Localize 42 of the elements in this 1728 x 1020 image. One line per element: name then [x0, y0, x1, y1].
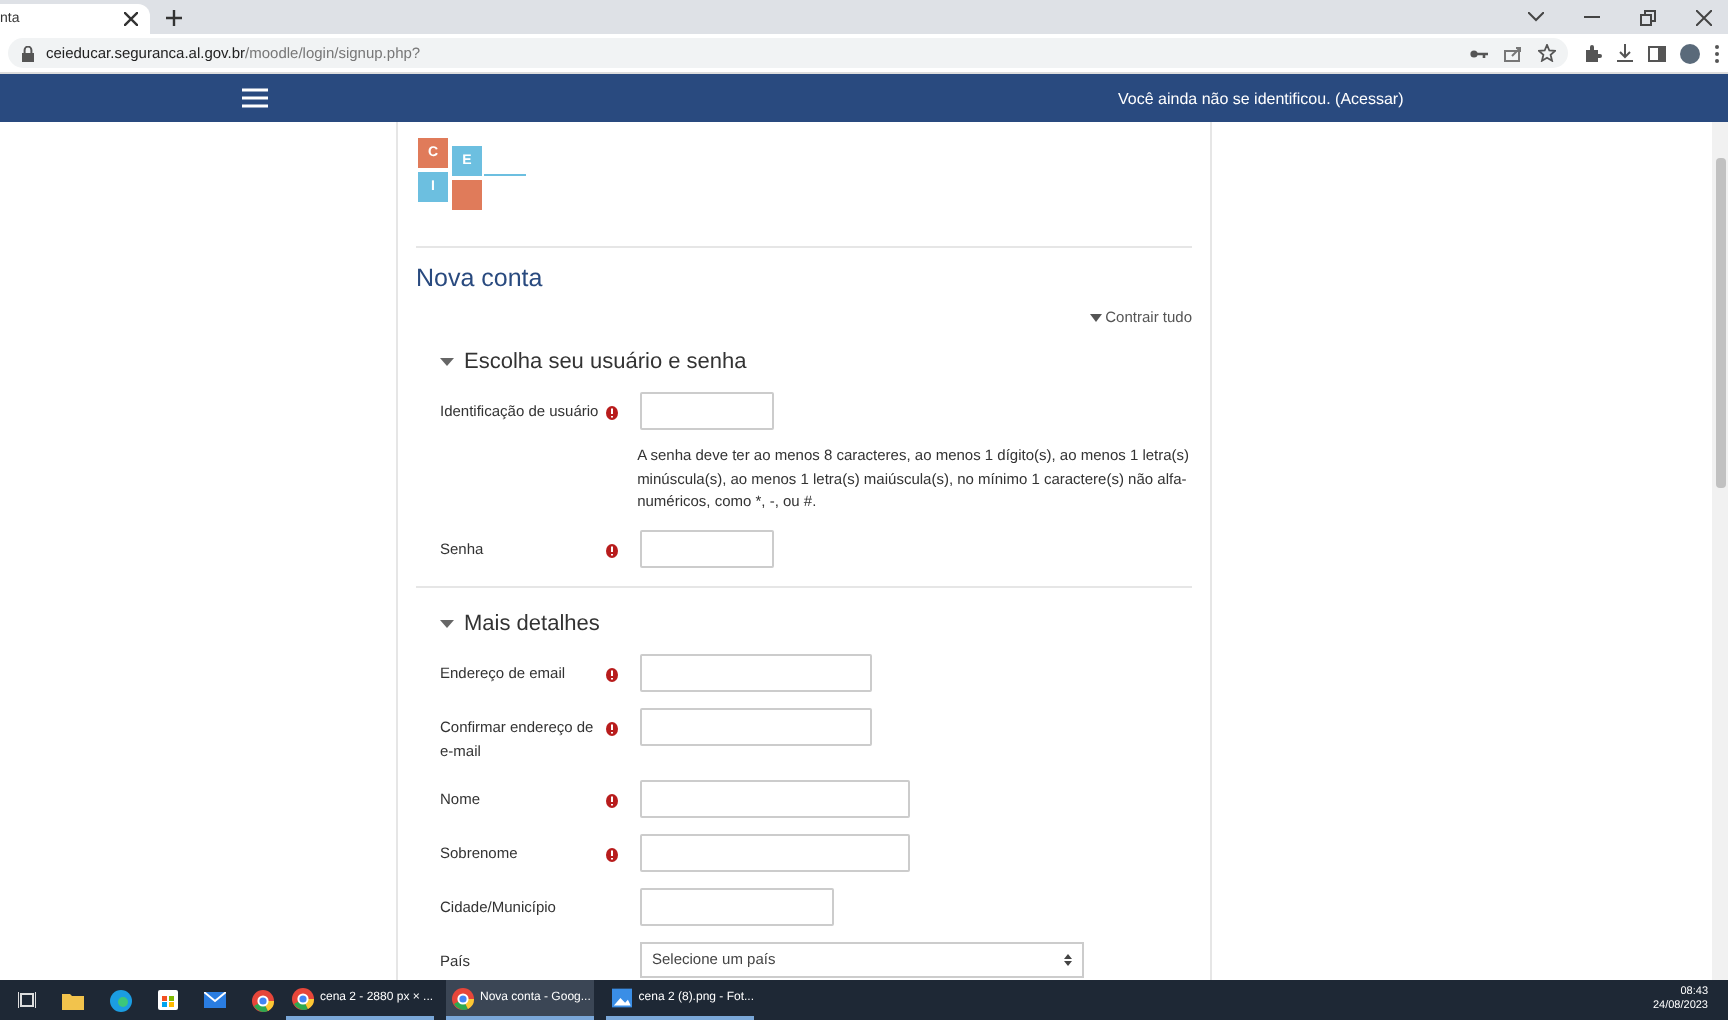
caret-icon [440, 619, 454, 627]
side-panel-icon[interactable] [1648, 45, 1666, 61]
task-view-icon[interactable] [18, 992, 36, 1008]
more-icon[interactable] [1714, 43, 1720, 63]
new-tab-icon[interactable] [166, 10, 182, 26]
section-header[interactable]: Escolha seu usuário e senha [440, 350, 1192, 374]
avatar[interactable] [1680, 43, 1700, 63]
input-field[interactable] [640, 707, 872, 745]
logo-line [484, 174, 526, 176]
restore-icon[interactable] [1640, 9, 1656, 25]
folder-icon[interactable] [62, 991, 84, 1009]
input-field[interactable] [640, 653, 872, 691]
star-icon[interactable] [1538, 44, 1556, 62]
mail-icon[interactable] [204, 992, 226, 1008]
input-field[interactable] [640, 779, 910, 817]
share-icon[interactable] [1504, 45, 1522, 61]
input-field[interactable] [640, 529, 774, 567]
section-header[interactable]: Mais detalhes [440, 611, 1192, 635]
edge-icon[interactable] [110, 989, 132, 1011]
chrome-icon [292, 987, 314, 1009]
page-title: Nova conta [416, 264, 545, 292]
input-field[interactable] [640, 392, 774, 430]
close-icon[interactable] [124, 12, 138, 26]
sort-icon [1064, 953, 1072, 965]
login-link[interactable]: Você ainda não se identificou. (Acessar) [1118, 89, 1404, 107]
image-icon [612, 988, 633, 1008]
caret-icon [440, 358, 454, 366]
download-icon[interactable] [1616, 44, 1634, 62]
chrome-icon[interactable] [252, 989, 274, 1011]
input-field[interactable] [640, 887, 834, 925]
close-icon[interactable] [1696, 9, 1712, 25]
scrollbar[interactable] [1712, 122, 1728, 980]
store-icon[interactable] [158, 990, 178, 1010]
chevron-down-icon[interactable] [1528, 12, 1544, 22]
chrome-icon [452, 987, 474, 1009]
puzzle-icon[interactable] [1584, 44, 1602, 62]
caret-icon [1089, 313, 1102, 321]
input-field[interactable] [640, 833, 910, 871]
logo-emblem-tile [452, 180, 482, 210]
lock-icon [22, 45, 34, 61]
menu-icon[interactable] [242, 88, 268, 108]
key-icon[interactable] [1470, 47, 1488, 59]
